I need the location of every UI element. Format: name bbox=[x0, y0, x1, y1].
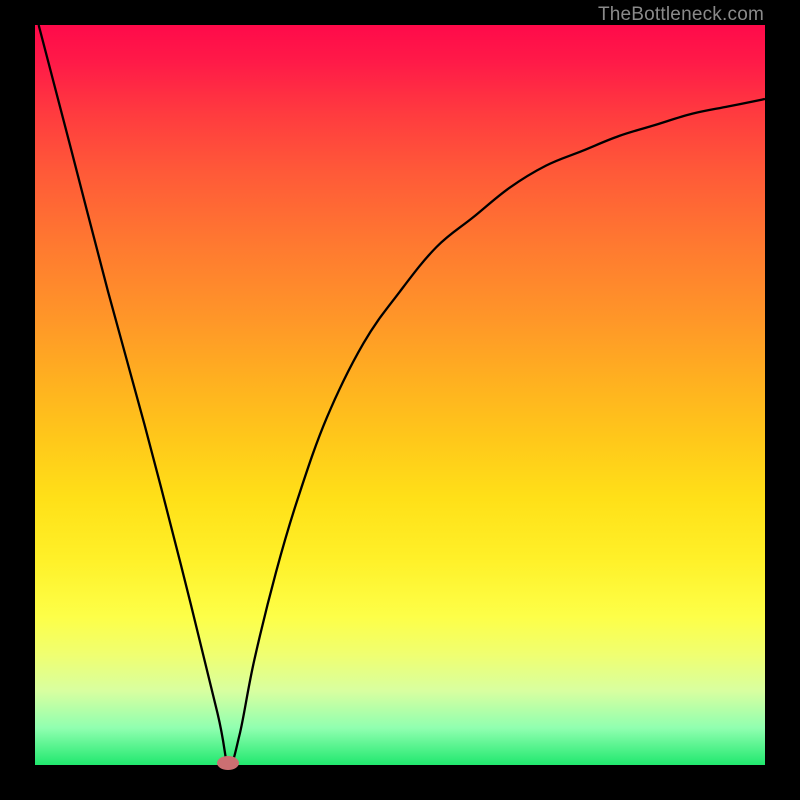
watermark-text: TheBottleneck.com bbox=[598, 4, 764, 26]
optimum-marker bbox=[217, 756, 239, 770]
bottleneck-curve bbox=[35, 25, 765, 765]
plot-area bbox=[35, 25, 765, 765]
chart-frame: TheBottleneck.com bbox=[0, 0, 800, 800]
curve-path bbox=[39, 25, 765, 765]
